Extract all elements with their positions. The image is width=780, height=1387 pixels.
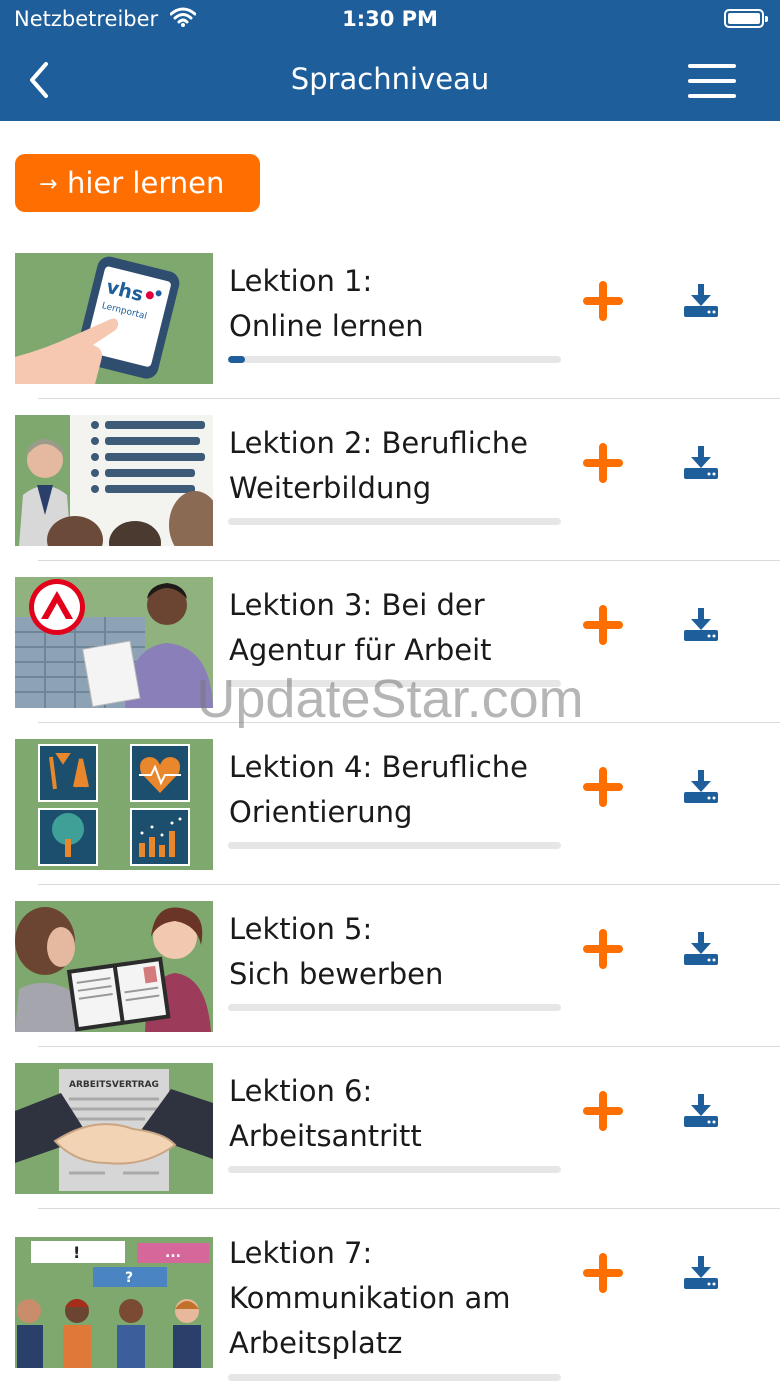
lesson-title-line: Lektion 7: [229,1236,373,1270]
learn-here-label: hier lernen [67,166,225,200]
lesson-title-line: Arbeitsplatz [229,1326,403,1360]
lesson-title: Lektion 6: Arbeitsantritt [229,1069,569,1159]
lesson-title-line: Kommunikation am [229,1281,511,1315]
lesson-title-line: Orientierung [229,795,413,829]
arrow-right-icon: → [39,172,58,197]
lesson-title: Lektion 4: Berufliche Orientierung [229,745,569,835]
add-plus-icon[interactable] [583,1253,623,1293]
divider [38,560,780,561]
add-plus-icon[interactable] [583,281,623,321]
download-icon[interactable] [681,767,721,807]
lesson-title-line: Lektion 1: [229,264,373,298]
status-time: 1:30 PM [342,7,438,31]
bubble-question: ? [125,1270,133,1286]
lesson-thumbnail [15,901,213,1032]
page-title: Sprachniveau [290,62,490,96]
add-plus-icon[interactable] [583,767,623,807]
lesson-row[interactable]: Lektion 5: Sich bewerben [0,901,780,1063]
lesson-progress [228,518,561,525]
lesson-thumbnail: vhs Lernportal [15,253,213,384]
lesson-title: Lektion 7: Kommunikation am Arbeitsplatz [229,1231,569,1366]
add-plus-icon[interactable] [583,1091,623,1131]
lesson-row[interactable]: ARBEITSVERTRAG Lektion 6: Arbeitsantritt [0,1063,780,1225]
add-plus-icon[interactable] [583,605,623,645]
lesson-row[interactable]: vhs Lernportal Lektion 1: Online lernen [0,253,780,415]
download-icon[interactable] [681,1091,721,1131]
lesson-title-line: Lektion 3: Bei der [229,588,485,622]
add-plus-icon[interactable] [583,929,623,969]
lesson-progress [228,356,561,363]
lesson-title-line: Agentur für Arbeit [229,633,492,667]
divider [38,884,780,885]
lesson-row[interactable]: ! ... ? Lektion 7: Kommunikation am Arbe… [0,1225,780,1387]
lesson-progress [228,842,561,849]
lesson-row[interactable]: Lektion 4: Berufliche Orientierung [0,739,780,901]
battery-icon [724,9,768,28]
lesson-title: Lektion 3: Bei der Agentur für Arbeit [229,583,569,673]
lesson-thumbnail: ARBEITSVERTRAG [15,1063,213,1194]
download-icon[interactable] [681,1253,721,1293]
download-icon[interactable] [681,929,721,969]
lesson-title-line: Lektion 4: Berufliche [229,750,529,784]
lesson-title: Lektion 1: Online lernen [229,259,569,349]
nav-bar: Sprachniveau [0,40,780,121]
status-bar: Netzbetreiber 1:30 PM [0,0,780,40]
add-plus-icon[interactable] [583,443,623,483]
lesson-title-line: Sich bewerben [229,957,444,991]
lesson-title-line: Lektion 6: [229,1074,373,1108]
contract-title-text: ARBEITSVERTRAG [69,1080,159,1090]
lesson-progress [228,1004,561,1011]
divider [38,1046,780,1047]
lesson-title-line: Online lernen [229,309,424,343]
watermark: UpdateStar.com [196,669,584,729]
lesson-title-line: Lektion 2: Berufliche [229,426,529,460]
lesson-title-line: Lektion 5: [229,912,373,946]
download-icon[interactable] [681,443,721,483]
bubble-dots: ... [165,1245,181,1261]
lesson-progress [228,1374,561,1381]
divider [38,398,780,399]
download-icon[interactable] [681,605,721,645]
download-icon[interactable] [681,281,721,321]
hamburger-menu-icon[interactable] [688,64,736,98]
bubble-exclamation: ! [73,1243,80,1262]
divider [38,1208,780,1209]
lesson-progress [228,1166,561,1173]
lesson-thumbnail [15,739,213,870]
lesson-thumbnail: ! ... ? [15,1237,213,1368]
lesson-thumbnail [15,415,213,546]
lesson-title: Lektion 5: Sich bewerben [229,907,569,997]
lesson-title-line: Weiterbildung [229,471,432,505]
lesson-title: Lektion 2: Berufliche Weiterbildung [229,421,569,511]
lesson-title-line: Arbeitsantritt [229,1119,422,1153]
lesson-row[interactable]: Lektion 2: Berufliche Weiterbildung [0,415,780,577]
learn-here-button[interactable]: → hier lernen [15,154,260,212]
